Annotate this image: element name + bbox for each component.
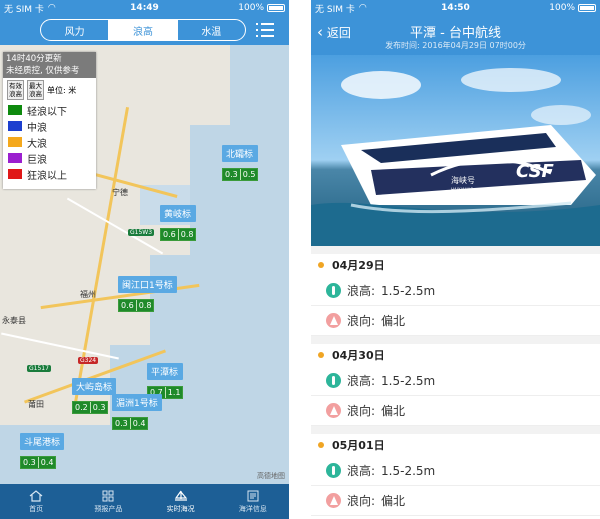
clock: 14:49 (130, 3, 159, 13)
metric-segmented-control: 风力 浪高 水温 (40, 19, 246, 41)
ship-name: 海峡号 (451, 175, 475, 185)
clock: 14:50 (441, 3, 470, 13)
wave-height-row: 浪高: 1.5-2.5m (311, 456, 600, 486)
publish-time: 发布时间: 2016年04月29日 07时00分 (385, 41, 526, 50)
map-view[interactable]: 宁德 福州 莆田 永泰县 G15W3 G324 G1517 14时40分更新 未… (0, 45, 289, 484)
status-bar: 无 SIM 卡 ◠ 14:50 100% (311, 0, 600, 16)
list-menu-icon[interactable] (256, 22, 274, 38)
dot-icon (318, 262, 324, 268)
buoy-marker[interactable]: 大屿岛标 0.2 0.3 (72, 378, 117, 414)
wave-direction-row: 浪向: 偏北 (311, 486, 600, 516)
page-title: 平潭 - 台中航线 (410, 26, 501, 41)
valid-wave-toggle[interactable]: 有效 浪高 (7, 80, 24, 100)
wave-height-row: 浪高: 1.5-2.5m (311, 366, 600, 396)
city-fuzhou: 福州 (80, 290, 96, 299)
segment-wave-height[interactable]: 浪高 (109, 20, 178, 40)
max-wave-toggle[interactable]: 最大 浪高 (27, 80, 44, 100)
map-legend: 14时40分更新 未经质控, 仅供参考 有效 浪高 最大 浪高 单位: 米 轻浪… (3, 52, 96, 189)
forecast-list: 04月29日 浪高: 1.5-2.5m 浪向: 偏北 04月30日 浪高: 1.5-2… (311, 246, 600, 519)
bottom-tab-bar: 首页 预报产品 实时海况 海洋信息 (0, 484, 289, 519)
segment-water-temp[interactable]: 水温 (178, 20, 245, 40)
wave-direction-row: 浪向: 偏北 (311, 306, 600, 336)
wave-height-row: 浪高: 1.5-2.5m (311, 276, 600, 306)
sailboat-icon (174, 490, 187, 501)
unit-label: 单位: 米 (47, 85, 77, 95)
buoy-marker[interactable]: 黄岐标 0.6 0.8 (160, 205, 197, 241)
tab-realtime[interactable]: 实时海况 (145, 484, 217, 519)
city-putian: 莆田 (28, 400, 44, 409)
ship-subname: HAIXIAHAO (451, 187, 473, 192)
highway-shield-g324: G324 (78, 357, 99, 364)
city-ningde: 宁德 (112, 188, 128, 197)
day-header: 04月30日 (311, 344, 600, 366)
buoy-marker[interactable]: 闽江口1号标 0.6 0.8 (118, 276, 177, 312)
dot-icon (318, 442, 324, 448)
ferry-illustration: CSF 海峡号 HAIXIAHAO (311, 68, 600, 246)
right-screen: 无 SIM 卡 ◠ 14:50 100% ‹ 返回 平潭 - 台中航线 发布时间… (311, 0, 600, 519)
home-icon (29, 489, 43, 502)
left-screen: 无 SIM 卡 ◠ 14:49 100% 风力 浪高 水温 宁德 福州 莆田 永… (0, 0, 289, 519)
wave-height-icon (326, 373, 341, 388)
segment-wind[interactable]: 风力 (41, 20, 110, 40)
wave-direction-icon (326, 313, 341, 328)
highway-shield-g1517: G1517 (27, 365, 51, 372)
legend-item: 巨浪 (3, 150, 96, 166)
status-bar: 无 SIM 卡 ◠ 14:49 100% (0, 0, 289, 16)
tab-ocean-info[interactable]: 海洋信息 (217, 484, 289, 519)
legend-item: 中浪 (3, 118, 96, 134)
map-watermark: 高德地图 (257, 472, 285, 480)
day-header: 04月29日 (311, 254, 600, 276)
tab-home[interactable]: 首页 (0, 484, 72, 519)
buoy-marker[interactable]: 湄洲1号标 0.3 0.4 (112, 394, 162, 430)
legend-item: 轻浪以下 (3, 102, 96, 118)
day-header: 05月01日 (311, 434, 600, 456)
dot-icon (318, 352, 324, 358)
tab-forecast[interactable]: 预报产品 (72, 484, 144, 519)
wave-direction-icon (326, 493, 341, 508)
wave-direction-row: 浪向: 偏北 (311, 396, 600, 426)
update-note: 14时40分更新 未经质控, 仅供参考 (3, 52, 96, 78)
city-yongtai: 永泰县 (2, 316, 26, 325)
wave-direction-icon (326, 403, 341, 418)
info-icon (247, 490, 259, 501)
wave-height-icon (326, 463, 341, 478)
legend-item: 狂浪以上 (3, 166, 96, 182)
buoy-marker[interactable]: 北礵标 0.3 0.5 (222, 145, 259, 181)
ship-brand: CSF (516, 161, 555, 182)
legend-item: 大浪 (3, 134, 96, 150)
highway-shield-g15w3: G15W3 (128, 229, 155, 236)
wave-height-icon (326, 283, 341, 298)
buoy-marker[interactable]: 斗尾港标 0.3 0.4 (20, 433, 65, 469)
ferry-photo: CSF 海峡号 HAIXIAHAO (311, 55, 600, 246)
grid-icon (102, 490, 114, 501)
